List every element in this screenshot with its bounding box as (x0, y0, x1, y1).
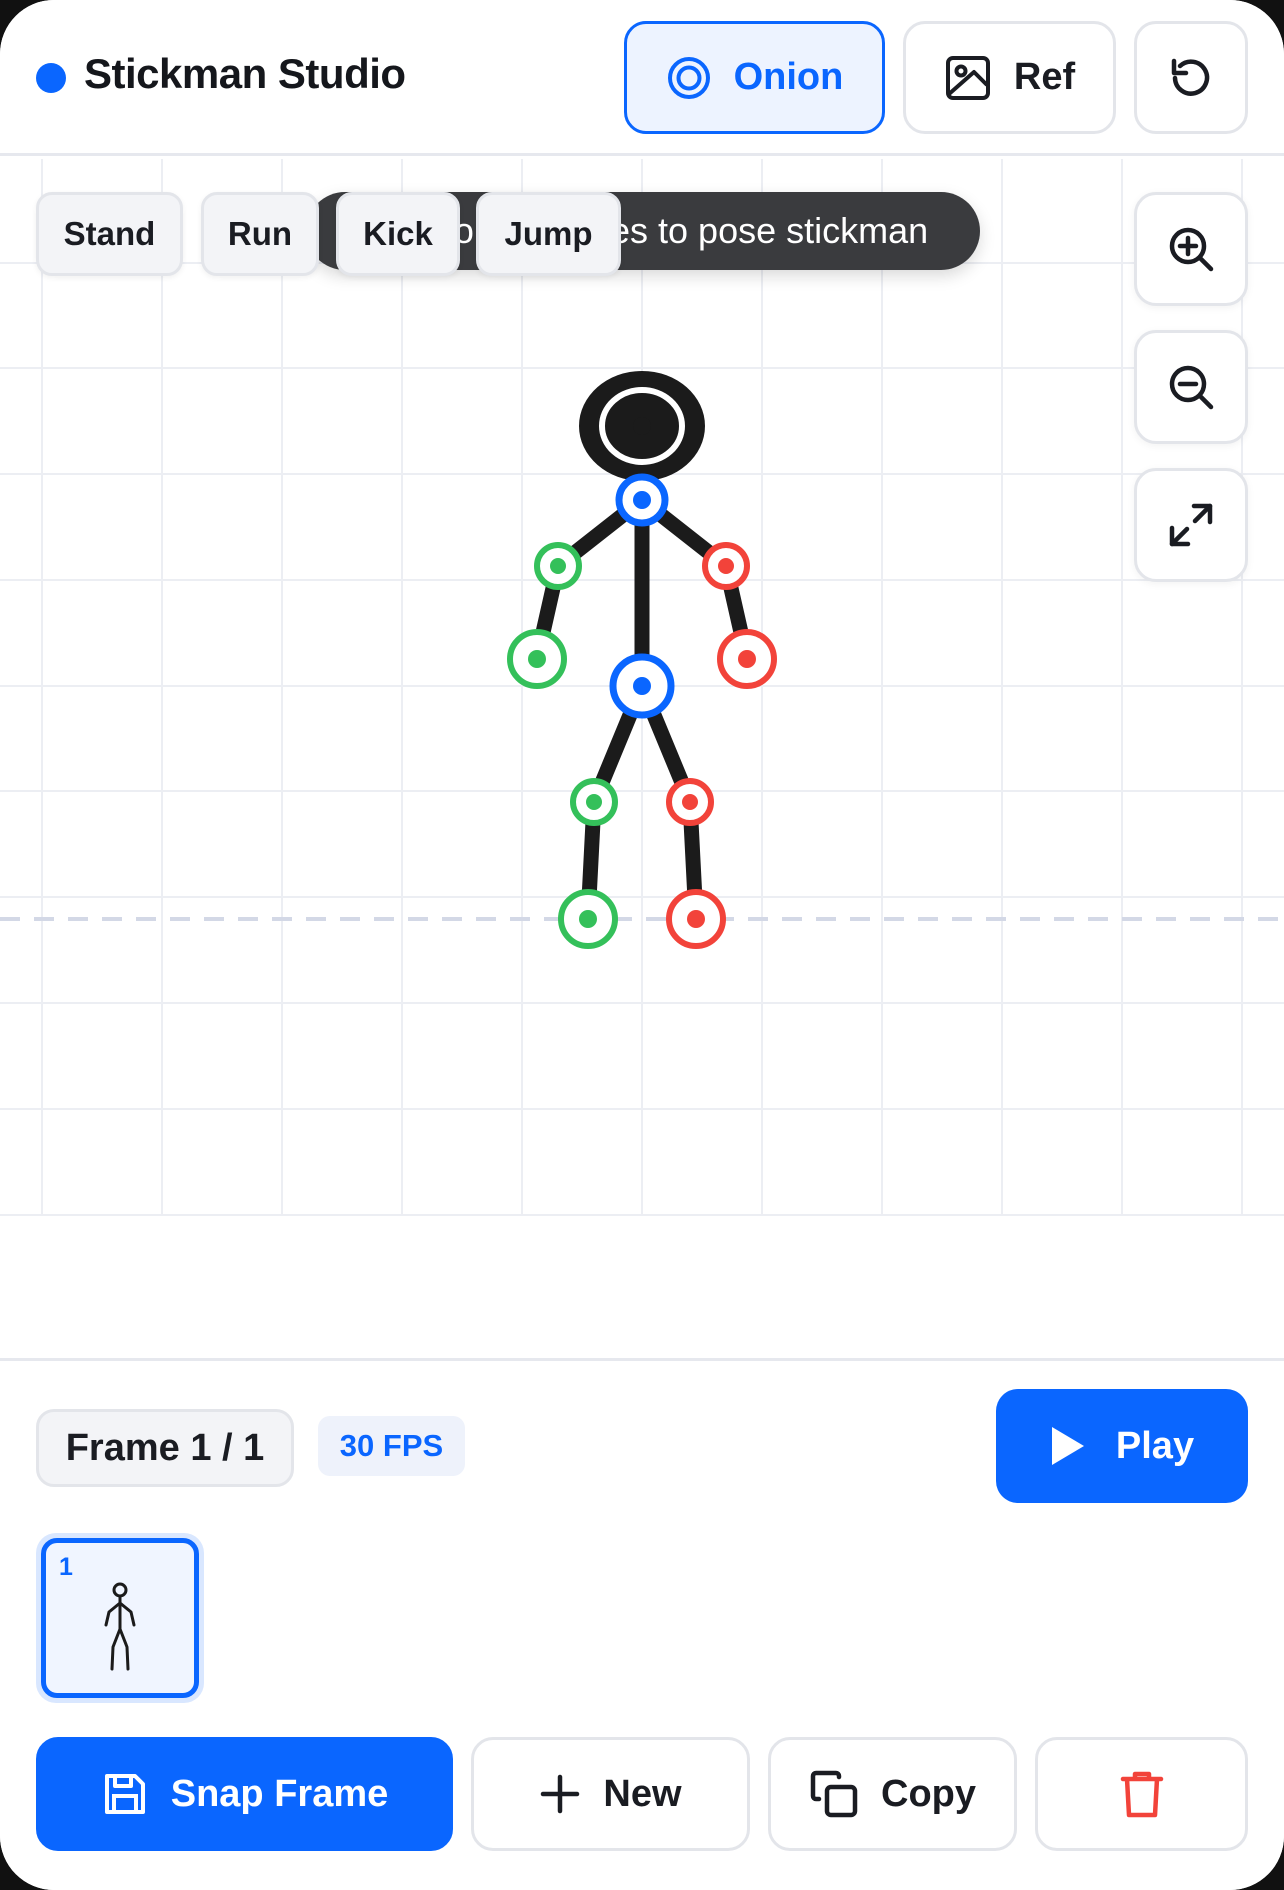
right-knee-joint[interactable] (666, 778, 714, 826)
fps-badge[interactable]: 30 FPS (318, 1416, 465, 1476)
stickman-figure (507, 371, 777, 949)
play-label: Play (1115, 1424, 1195, 1467)
copy-icon (810, 1770, 858, 1818)
ref-label: Ref (1013, 56, 1076, 98)
left-foot-joint[interactable] (558, 889, 618, 949)
undo-icon (1171, 58, 1210, 96)
right-foot-joint[interactable] (666, 889, 726, 949)
left-knee-joint[interactable] (570, 778, 618, 826)
stickman-thumbnail-icon (104, 1582, 136, 1671)
right-hand-joint[interactable] (717, 629, 777, 689)
brand-dot (36, 63, 66, 93)
left-elbow-joint[interactable] (534, 542, 582, 590)
plus-icon (541, 1774, 580, 1814)
new-frame-button[interactable]: New (471, 1737, 750, 1851)
copy-frame-button[interactable]: Copy (768, 1737, 1017, 1851)
play-button[interactable]: Play (996, 1389, 1248, 1503)
top-bar: Stickman Studio Onion Ref (0, 0, 1284, 156)
delete-frame-button[interactable] (1035, 1737, 1248, 1851)
trash-icon (1120, 1771, 1163, 1818)
neck-joint[interactable] (615, 473, 669, 527)
frame-thumbnail-selected[interactable]: 1 (36, 1533, 204, 1703)
play-icon (1051, 1427, 1084, 1465)
timeline-panel: Frame 1 / 1 30 FPS Play 1 Snap Frame New… (0, 1358, 1284, 1890)
app-title: Stickman Studio (84, 50, 406, 97)
frame-thumbnail[interactable]: 1 (41, 1538, 199, 1698)
hip-joint[interactable] (609, 653, 675, 719)
new-frame-label: New (603, 1772, 682, 1815)
image-icon (945, 55, 990, 100)
snap-frame-button[interactable]: Snap Frame (36, 1737, 453, 1851)
left-hand-joint[interactable] (507, 629, 567, 689)
frame-thumbnail-number: 1 (59, 1553, 73, 1581)
copy-frame-label: Copy (881, 1772, 976, 1815)
reference-image-button[interactable]: Ref (903, 21, 1116, 134)
pose-canvas[interactable]: Drag joint handles to pose stickman Stan… (0, 159, 1284, 1359)
app-screen: Stickman Studio Onion Ref Drag joint han… (0, 0, 1284, 1890)
right-elbow-joint[interactable] (702, 542, 750, 590)
snap-frame-label: Snap Frame (170, 1772, 389, 1815)
onion-label: Onion (733, 56, 844, 98)
undo-button[interactable] (1134, 21, 1248, 134)
save-icon (104, 1774, 145, 1814)
frame-counter: Frame 1 / 1 (36, 1409, 294, 1487)
head-joint[interactable] (579, 371, 705, 481)
onion-rings-icon (667, 56, 710, 99)
onion-skin-button[interactable]: Onion (624, 21, 885, 134)
